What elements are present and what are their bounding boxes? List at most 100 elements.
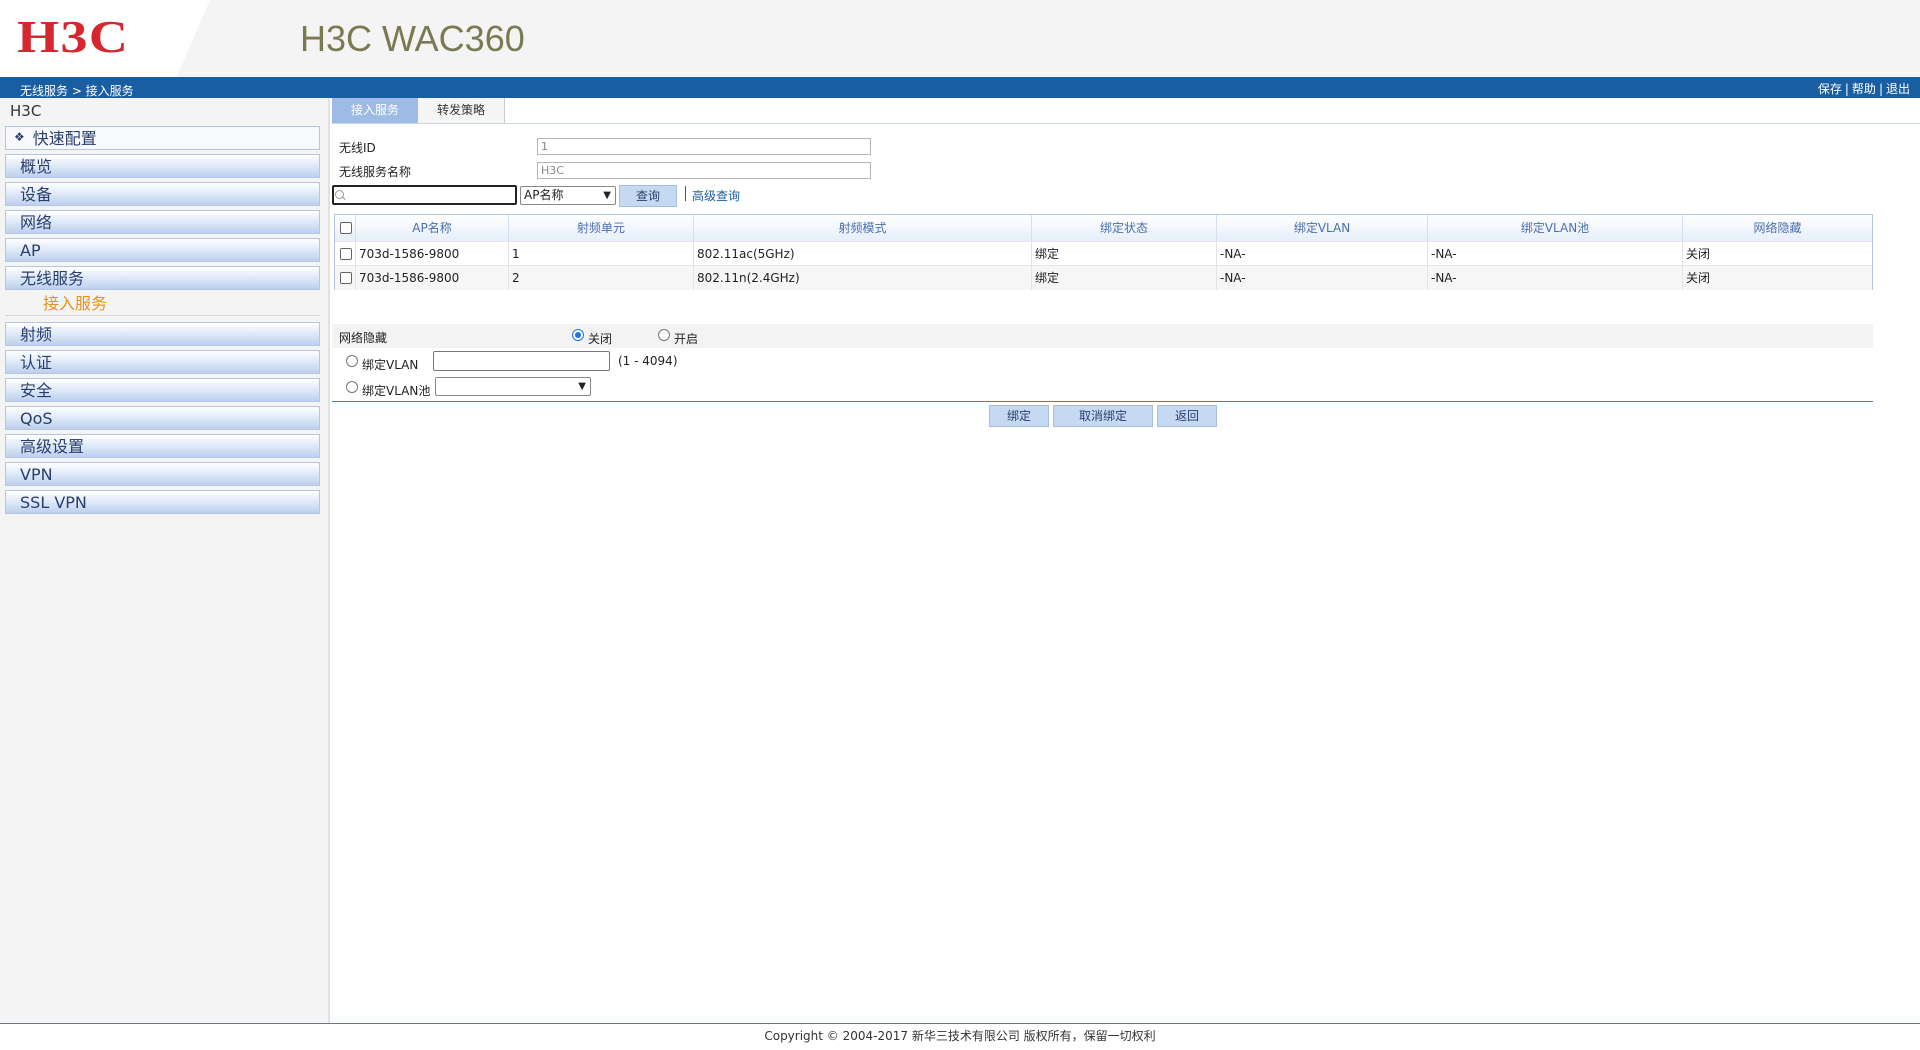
chevron-down-icon: ▼ bbox=[578, 381, 586, 392]
sidebar-item-device[interactable]: 设备 bbox=[5, 182, 320, 206]
network-hide-off-label: 关闭 bbox=[588, 332, 613, 346]
column-header-ap-name[interactable]: AP名称 bbox=[356, 215, 509, 241]
column-header-bind-vlan[interactable]: 绑定VLAN bbox=[1217, 215, 1428, 241]
sidebar-item-label: 概览 bbox=[20, 157, 53, 176]
footer: Copyright © 2004-2017 新华三技术有限公司 版权所有，保留一… bbox=[0, 1023, 1920, 1050]
sidebar-item-label: 快速配置 bbox=[32, 129, 97, 148]
network-hide-on-label: 开启 bbox=[674, 332, 699, 346]
bind-vlan-pool-radio[interactable] bbox=[346, 381, 358, 393]
sidebar-item-overview[interactable]: 概览 bbox=[5, 154, 320, 178]
table-row[interactable]: 703d-1586-9800 2 802.11n(2.4GHz) 绑定 -NA-… bbox=[335, 265, 1872, 290]
sidebar: H3C ❖ 快速配置 概览 设备 网络 AP 无线服务 接入服务 射频 认证 安全… bbox=[0, 98, 330, 1023]
sidebar-item-qos[interactable]: QoS bbox=[5, 406, 320, 430]
bind-vlan-label: 绑定VLAN bbox=[362, 358, 419, 372]
sidebar-item-label: 安全 bbox=[20, 381, 53, 400]
cell-bind-vlan: -NA- bbox=[1217, 242, 1428, 266]
row-checkbox[interactable] bbox=[340, 272, 352, 284]
sidebar-item-advanced[interactable]: 高级设置 bbox=[5, 434, 320, 458]
select-all-checkbox[interactable] bbox=[340, 222, 352, 234]
query-button[interactable]: 查询 bbox=[619, 185, 677, 207]
table-header-checkbox-cell bbox=[335, 215, 356, 241]
cell-radio-mode: 802.11n(2.4GHz) bbox=[694, 266, 1032, 290]
help-link[interactable]: 帮助 bbox=[1852, 82, 1876, 96]
sidebar-subitem-access-service[interactable]: 接入服务 bbox=[5, 292, 320, 316]
top-nav-bar: 无线服务 > 接入服务 保存 | 帮助 | 退出 bbox=[0, 77, 1920, 98]
cell-bind-status: 绑定 bbox=[1032, 266, 1217, 290]
sidebar-item-label: AP bbox=[20, 241, 41, 260]
tab-bar: 接入服务 转发策略 bbox=[332, 98, 1920, 124]
bind-vlan-pool-select[interactable]: ▼ bbox=[435, 377, 591, 396]
divider bbox=[685, 186, 686, 201]
wireless-id-field: 1 bbox=[537, 138, 871, 155]
sidebar-item-label: QoS bbox=[20, 409, 53, 428]
ap-table: AP名称 射频单元 射频模式 绑定状态 绑定VLAN 绑定VLAN池 网络隐藏 … bbox=[334, 214, 1873, 290]
save-link[interactable]: 保存 bbox=[1818, 82, 1842, 96]
column-header-bind-status[interactable]: 绑定状态 bbox=[1032, 215, 1217, 241]
top-links: 保存 | 帮助 | 退出 bbox=[1817, 82, 1910, 96]
sidebar-item-label: 无线服务 bbox=[20, 269, 85, 288]
sidebar-item-label: 设备 bbox=[20, 185, 53, 204]
search-field-select[interactable]: AP名称 ▼ bbox=[520, 186, 616, 205]
sidebar-item-security[interactable]: 安全 bbox=[5, 378, 320, 402]
unbind-button[interactable]: 取消绑定 bbox=[1053, 405, 1153, 427]
network-hide-row bbox=[332, 324, 1873, 348]
row-checkbox-cell bbox=[335, 266, 356, 290]
bind-vlan-radio[interactable] bbox=[346, 355, 358, 367]
breadcrumb: 无线服务 > 接入服务 bbox=[20, 84, 134, 98]
vlan-range-hint: (1 - 4094) bbox=[618, 354, 678, 368]
advanced-query-link[interactable]: 高级查询 bbox=[692, 187, 740, 204]
network-hide-off-radio[interactable] bbox=[572, 329, 584, 341]
sidebar-item-label: 接入服务 bbox=[43, 294, 108, 313]
sidebar-item-ap[interactable]: AP bbox=[5, 238, 320, 262]
sidebar-item-label: VPN bbox=[20, 465, 53, 484]
cell-ap-name: 703d-1586-9800 bbox=[356, 266, 509, 290]
main-content: 接入服务 转发策略 无线ID 1 无线服务名称 H3C AP名称 ▼ 查询 高级查… bbox=[332, 98, 1920, 1023]
search-field-select-value: AP名称 bbox=[524, 188, 564, 202]
cell-bind-vlan-pool: -NA- bbox=[1428, 242, 1683, 266]
search-input[interactable] bbox=[332, 185, 517, 205]
product-title: H3C WAC360 bbox=[300, 18, 525, 59]
cell-network-hide: 关闭 bbox=[1686, 247, 1711, 261]
bind-vlan-pool-label: 绑定VLAN池 bbox=[362, 384, 431, 398]
cell-bind-vlan-pool: -NA- bbox=[1428, 266, 1683, 290]
copyright-text: Copyright © 2004-2017 新华三技术有限公司 版权所有，保留一… bbox=[764, 1029, 1156, 1043]
network-hide-label: 网络隐藏 bbox=[339, 331, 388, 345]
h3c-logo: H3C bbox=[17, 11, 130, 62]
cell-radio-unit: 1 bbox=[509, 242, 694, 266]
cell-bind-vlan: -NA- bbox=[1217, 266, 1428, 290]
cell-radio-unit: 2 bbox=[509, 266, 694, 290]
chevron-down-icon: ▼ bbox=[603, 190, 611, 201]
logo-area: H3C bbox=[0, 0, 210, 77]
cell-bind-status: 绑定 bbox=[1032, 242, 1217, 266]
logout-link[interactable]: 退出 bbox=[1886, 82, 1910, 96]
network-hide-on-radio[interactable] bbox=[658, 329, 670, 341]
cell-radio-mode: 802.11ac(5GHz) bbox=[694, 242, 1032, 266]
header: H3C H3C WAC360 bbox=[0, 0, 1920, 77]
back-button[interactable]: 返回 bbox=[1157, 405, 1217, 427]
sidebar-item-ssl-vpn[interactable]: SSL VPN bbox=[5, 490, 320, 514]
sidebar-item-label: SSL VPN bbox=[20, 493, 87, 512]
sidebar-item-authentication[interactable]: 认证 bbox=[5, 350, 320, 374]
column-header-bind-vlan-pool[interactable]: 绑定VLAN池 bbox=[1428, 215, 1683, 241]
column-header-network-hide[interactable]: 网络隐藏 bbox=[1683, 215, 1872, 241]
search-icon bbox=[335, 190, 344, 199]
table-row[interactable]: 703d-1586-9800 1 802.11ac(5GHz) 绑定 -NA- … bbox=[335, 241, 1872, 266]
sidebar-item-wireless-service[interactable]: 无线服务 bbox=[5, 266, 320, 290]
row-checkbox[interactable] bbox=[340, 248, 352, 260]
sidebar-item-vpn[interactable]: VPN bbox=[5, 462, 320, 486]
bind-button[interactable]: 绑定 bbox=[989, 405, 1049, 427]
divider bbox=[332, 401, 1873, 402]
sidebar-item-quick-config[interactable]: ❖ 快速配置 bbox=[5, 126, 320, 150]
service-name-label: 无线服务名称 bbox=[339, 165, 412, 179]
sidebar-item-radio[interactable]: 射频 bbox=[5, 322, 320, 346]
column-header-radio-mode[interactable]: 射频模式 bbox=[694, 215, 1032, 241]
row-checkbox-cell bbox=[335, 242, 356, 266]
tab-forward-policy[interactable]: 转发策略 bbox=[418, 98, 505, 123]
sidebar-item-network[interactable]: 网络 bbox=[5, 210, 320, 234]
wireless-id-label: 无线ID bbox=[339, 141, 376, 155]
tab-access-service[interactable]: 接入服务 bbox=[332, 98, 418, 123]
column-header-radio-unit[interactable]: 射频单元 bbox=[509, 215, 694, 241]
service-name-field: H3C bbox=[537, 162, 871, 179]
bind-vlan-input[interactable] bbox=[433, 351, 610, 371]
cell-ap-name: 703d-1586-9800 bbox=[356, 242, 509, 266]
